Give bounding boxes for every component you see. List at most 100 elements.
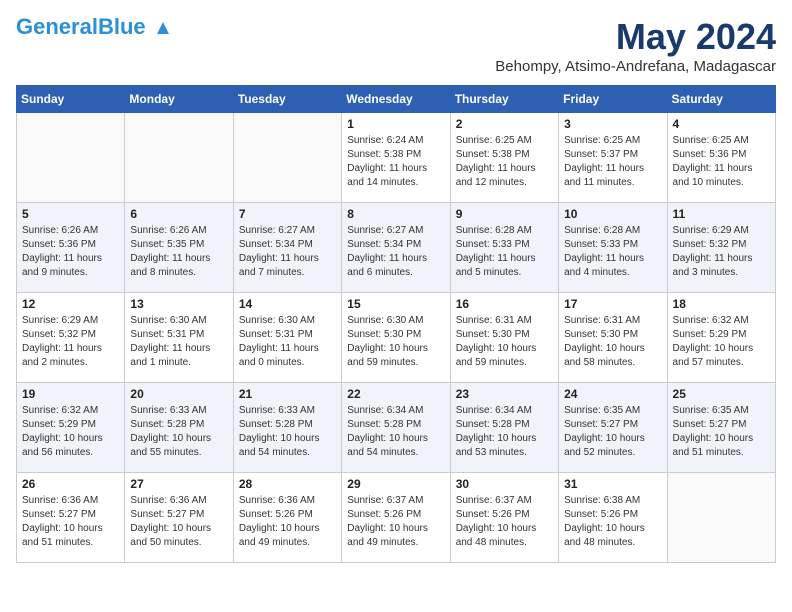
calendar-day-cell: 16Sunrise: 6:31 AM Sunset: 5:30 PM Dayli… (450, 293, 558, 383)
day-number: 4 (673, 117, 770, 131)
page-header: GeneralBlue May 2024 Behompy, Atsimo-And… (16, 16, 776, 75)
day-details: Sunrise: 6:27 AM Sunset: 5:34 PM Dayligh… (239, 224, 336, 280)
day-number: 9 (456, 207, 553, 221)
day-number: 27 (130, 477, 227, 491)
day-details: Sunrise: 6:36 AM Sunset: 5:26 PM Dayligh… (239, 494, 336, 550)
day-number: 14 (239, 297, 336, 311)
day-number: 7 (239, 207, 336, 221)
calendar-day-cell: 29 Sunrise: 6:37 AM Sunset: 5:26 PM Dayli… (342, 473, 450, 563)
day-number: 12 (22, 297, 119, 311)
logo-text: GeneralBlue (16, 16, 172, 38)
day-number: 15 (347, 297, 444, 311)
day-number: 20 (130, 387, 227, 401)
calendar-day-cell: 5 Sunrise: 6:26 AM Sunset: 5:36 PM Daylig… (17, 203, 125, 293)
logo-blue: Blue (98, 14, 146, 39)
calendar-day-cell: 10 Sunrise: 6:28 AM Sunset: 5:33 PM Dayli… (559, 203, 667, 293)
col-header-friday: Friday (559, 86, 667, 113)
day-details: Sunrise: 6:31 AM Sunset: 5:30 PM Dayligh… (456, 314, 553, 370)
day-number: 6 (130, 207, 227, 221)
calendar-day-cell: 15 Sunrise: 6:30 AM Sunset: 5:30 PM Dayli… (342, 293, 450, 383)
calendar-day-cell: 24Sunrise: 6:35 AM Sunset: 5:27 PM Dayli… (559, 383, 667, 473)
day-details: Sunrise: 6:30 AM Sunset: 5:31 PM Dayligh… (130, 314, 227, 370)
day-number: 17 (564, 297, 661, 311)
day-details: Sunrise: 6:24 AM Sunset: 5:38 PM Dayligh… (347, 134, 444, 190)
day-details: Sunrise: 6:28 AM Sunset: 5:33 PM Dayligh… (564, 224, 661, 280)
day-details: Sunrise: 6:26 AM Sunset: 5:35 PM Dayligh… (130, 224, 227, 280)
day-details: Sunrise: 6:30 AM Sunset: 5:31 PM Dayligh… (239, 314, 336, 370)
day-number: 26 (22, 477, 119, 491)
col-header-wednesday: Wednesday (342, 86, 450, 113)
day-details: Sunrise: 6:26 AM Sunset: 5:36 PM Dayligh… (22, 224, 119, 280)
logo: GeneralBlue (16, 16, 172, 38)
calendar-day-cell: 12 Sunrise: 6:29 AM Sunset: 5:32 PM Dayli… (17, 293, 125, 383)
day-details: Sunrise: 6:29 AM Sunset: 5:32 PM Dayligh… (673, 224, 770, 280)
day-details: Sunrise: 6:27 AM Sunset: 5:34 PM Dayligh… (347, 224, 444, 280)
calendar-day-cell: 23 Sunrise: 6:34 AM Sunset: 5:28 PM Dayli… (450, 383, 558, 473)
calendar-day-cell (667, 473, 775, 563)
calendar-week-row: 12 Sunrise: 6:29 AM Sunset: 5:32 PM Dayli… (17, 293, 776, 383)
day-details: Sunrise: 6:32 AM Sunset: 5:29 PM Dayligh… (22, 404, 119, 460)
day-number: 30 (456, 477, 553, 491)
day-number: 29 (347, 477, 444, 491)
day-details: Sunrise: 6:25 AM Sunset: 5:36 PM Dayligh… (673, 134, 770, 190)
col-header-sunday: Sunday (17, 86, 125, 113)
location-subtitle: Behompy, Atsimo-Andrefana, Madagascar (495, 58, 776, 75)
calendar-day-cell (125, 113, 233, 203)
calendar-day-cell: 26 Sunrise: 6:36 AM Sunset: 5:27 PM Dayli… (17, 473, 125, 563)
day-number: 5 (22, 207, 119, 221)
day-number: 21 (239, 387, 336, 401)
calendar-header-row: SundayMondayTuesdayWednesdayThursdayFrid… (17, 86, 776, 113)
day-details: Sunrise: 6:25 AM Sunset: 5:38 PM Dayligh… (456, 134, 553, 190)
day-details: Sunrise: 6:28 AM Sunset: 5:33 PM Dayligh… (456, 224, 553, 280)
calendar-day-cell: 6 Sunrise: 6:26 AM Sunset: 5:35 PM Daylig… (125, 203, 233, 293)
day-number: 22 (347, 387, 444, 401)
calendar-week-row: 26 Sunrise: 6:36 AM Sunset: 5:27 PM Dayli… (17, 473, 776, 563)
calendar-day-cell: 7 Sunrise: 6:27 AM Sunset: 5:34 PM Daylig… (233, 203, 341, 293)
logo-icon (154, 19, 172, 37)
calendar-day-cell: 2Sunrise: 6:25 AM Sunset: 5:38 PM Daylig… (450, 113, 558, 203)
day-details: Sunrise: 6:25 AM Sunset: 5:37 PM Dayligh… (564, 134, 661, 190)
calendar-week-row: 5 Sunrise: 6:26 AM Sunset: 5:36 PM Daylig… (17, 203, 776, 293)
month-year-title: May 2024 (495, 16, 776, 58)
calendar-day-cell: 4 Sunrise: 6:25 AM Sunset: 5:36 PM Daylig… (667, 113, 775, 203)
calendar-day-cell: 17Sunrise: 6:31 AM Sunset: 5:30 PM Dayli… (559, 293, 667, 383)
calendar-day-cell: 25Sunrise: 6:35 AM Sunset: 5:27 PM Dayli… (667, 383, 775, 473)
calendar-day-cell: 19Sunrise: 6:32 AM Sunset: 5:29 PM Dayli… (17, 383, 125, 473)
day-number: 23 (456, 387, 553, 401)
day-details: Sunrise: 6:37 AM Sunset: 5:26 PM Dayligh… (456, 494, 553, 550)
day-details: Sunrise: 6:38 AM Sunset: 5:26 PM Dayligh… (564, 494, 661, 550)
day-details: Sunrise: 6:33 AM Sunset: 5:28 PM Dayligh… (130, 404, 227, 460)
day-number: 28 (239, 477, 336, 491)
day-details: Sunrise: 6:35 AM Sunset: 5:27 PM Dayligh… (564, 404, 661, 460)
calendar-day-cell (17, 113, 125, 203)
day-number: 10 (564, 207, 661, 221)
calendar-day-cell: 31Sunrise: 6:38 AM Sunset: 5:26 PM Dayli… (559, 473, 667, 563)
day-details: Sunrise: 6:34 AM Sunset: 5:28 PM Dayligh… (347, 404, 444, 460)
calendar-day-cell: 14 Sunrise: 6:30 AM Sunset: 5:31 PM Dayli… (233, 293, 341, 383)
day-details: Sunrise: 6:30 AM Sunset: 5:30 PM Dayligh… (347, 314, 444, 370)
calendar-table: SundayMondayTuesdayWednesdayThursdayFrid… (16, 85, 776, 563)
day-details: Sunrise: 6:36 AM Sunset: 5:27 PM Dayligh… (130, 494, 227, 550)
day-details: Sunrise: 6:32 AM Sunset: 5:29 PM Dayligh… (673, 314, 770, 370)
title-block: May 2024 Behompy, Atsimo-Andrefana, Mada… (495, 16, 776, 75)
calendar-day-cell: 18Sunrise: 6:32 AM Sunset: 5:29 PM Dayli… (667, 293, 775, 383)
logo-general: General (16, 14, 98, 39)
calendar-day-cell: 9 Sunrise: 6:28 AM Sunset: 5:33 PM Daylig… (450, 203, 558, 293)
day-number: 1 (347, 117, 444, 131)
calendar-week-row: 1 Sunrise: 6:24 AM Sunset: 5:38 PM Daylig… (17, 113, 776, 203)
calendar-day-cell: 27 Sunrise: 6:36 AM Sunset: 5:27 PM Dayli… (125, 473, 233, 563)
calendar-day-cell: 3Sunrise: 6:25 AM Sunset: 5:37 PM Daylig… (559, 113, 667, 203)
day-details: Sunrise: 6:33 AM Sunset: 5:28 PM Dayligh… (239, 404, 336, 460)
day-number: 25 (673, 387, 770, 401)
day-details: Sunrise: 6:29 AM Sunset: 5:32 PM Dayligh… (22, 314, 119, 370)
day-details: Sunrise: 6:36 AM Sunset: 5:27 PM Dayligh… (22, 494, 119, 550)
calendar-day-cell (233, 113, 341, 203)
calendar-day-cell: 22 Sunrise: 6:34 AM Sunset: 5:28 PM Dayli… (342, 383, 450, 473)
day-details: Sunrise: 6:34 AM Sunset: 5:28 PM Dayligh… (456, 404, 553, 460)
col-header-monday: Monday (125, 86, 233, 113)
calendar-day-cell: 8Sunrise: 6:27 AM Sunset: 5:34 PM Daylig… (342, 203, 450, 293)
col-header-thursday: Thursday (450, 86, 558, 113)
day-details: Sunrise: 6:37 AM Sunset: 5:26 PM Dayligh… (347, 494, 444, 550)
calendar-day-cell: 13Sunrise: 6:30 AM Sunset: 5:31 PM Dayli… (125, 293, 233, 383)
calendar-day-cell: 21 Sunrise: 6:33 AM Sunset: 5:28 PM Dayli… (233, 383, 341, 473)
